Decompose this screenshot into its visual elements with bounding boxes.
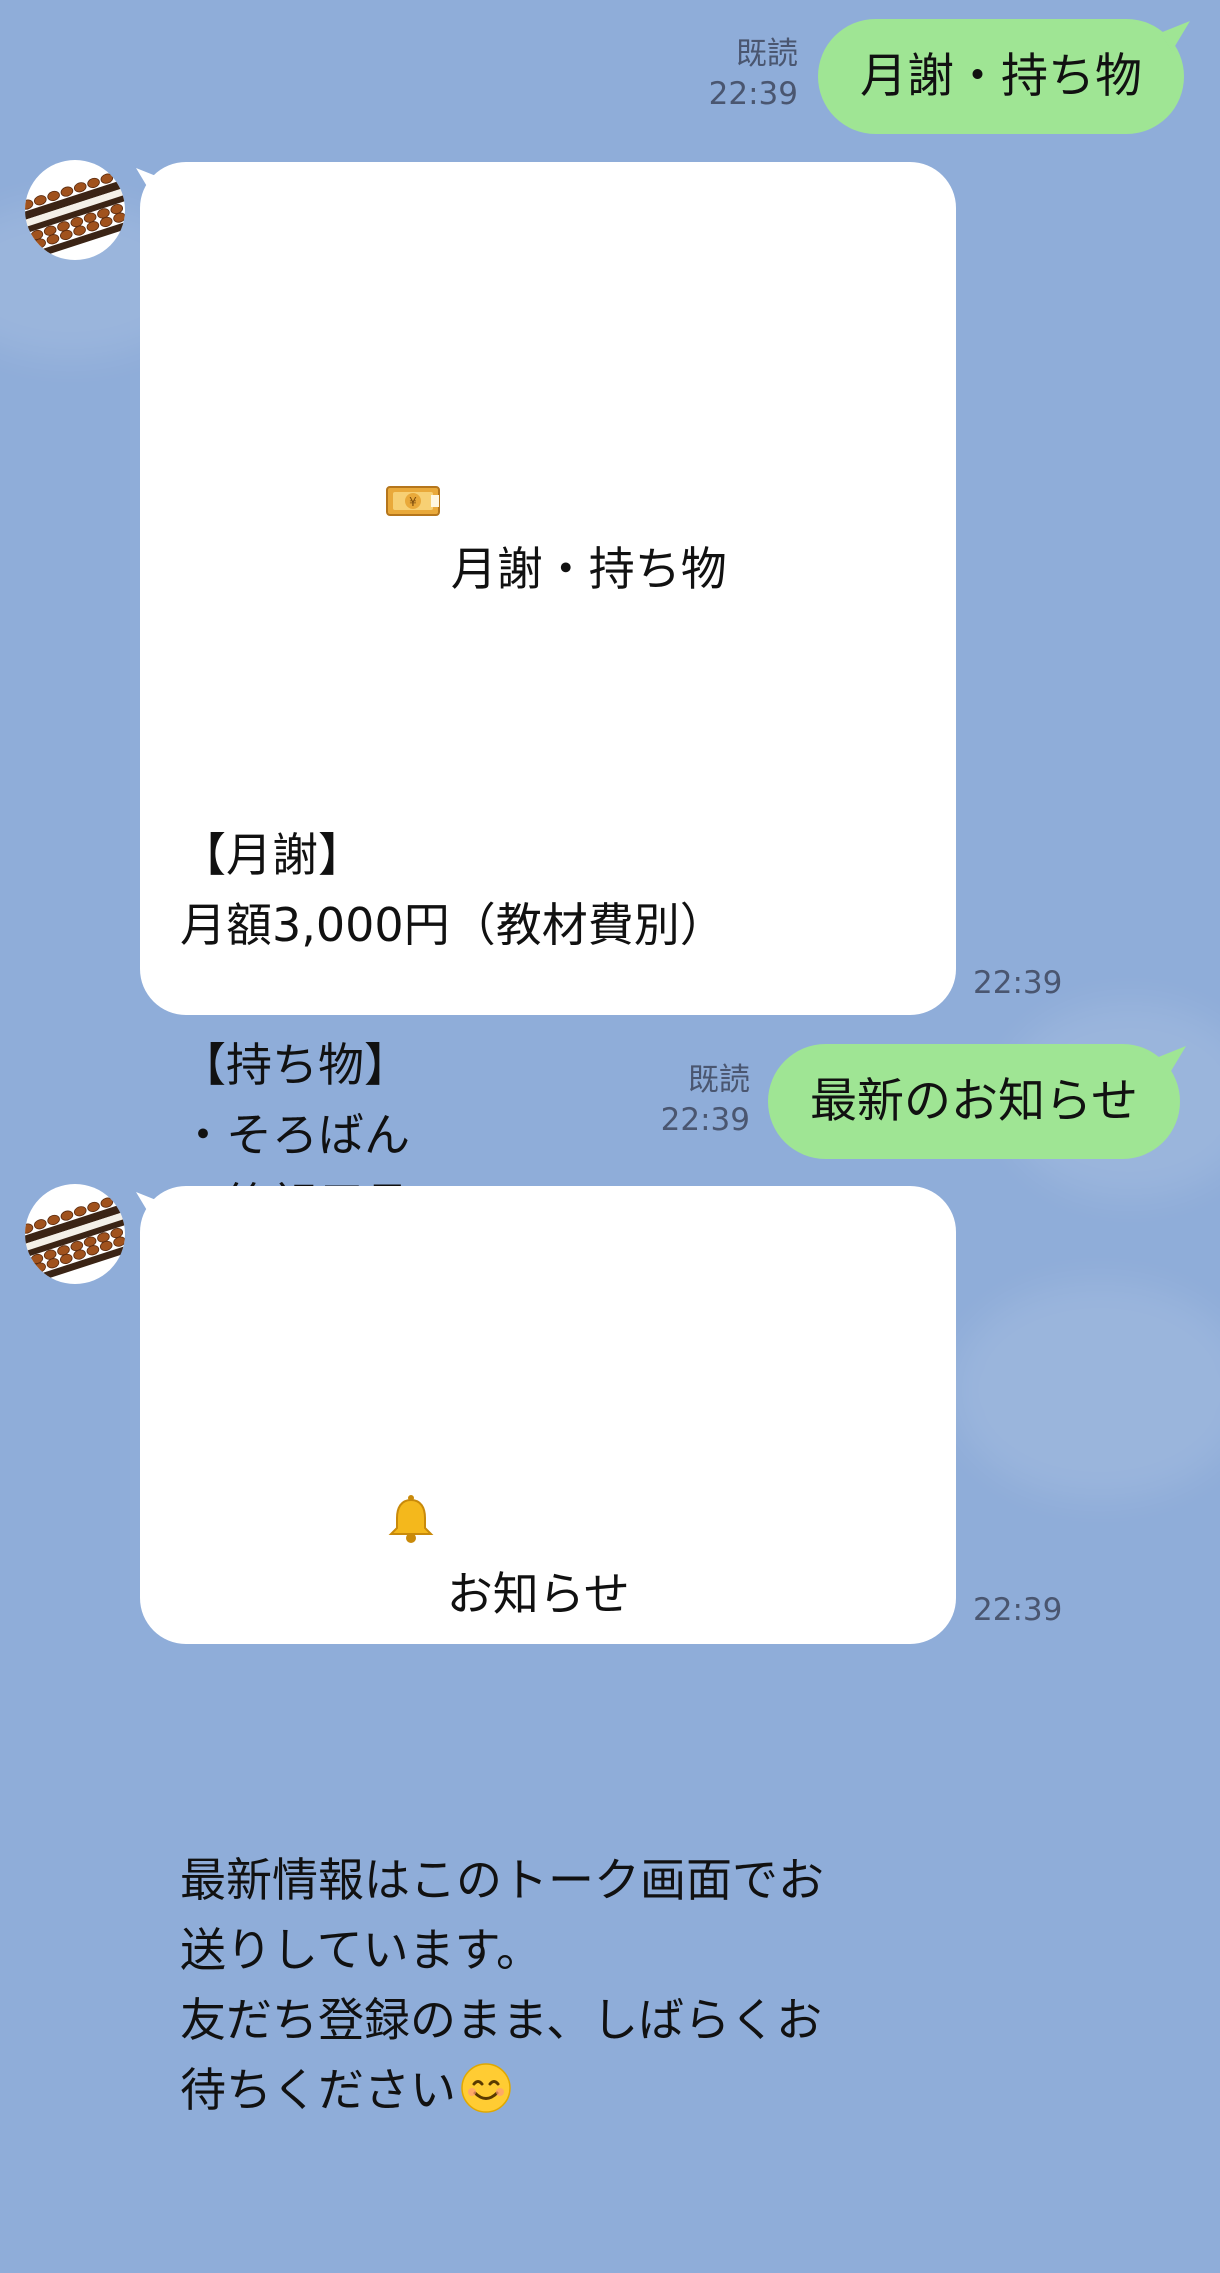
message-text: 月謝・持ち物 (860, 49, 1142, 104)
svg-text:¥: ¥ (409, 495, 417, 509)
read-receipt: 既読 (736, 36, 798, 72)
message-time: 22:39 (660, 1102, 750, 1138)
avatar[interactable] (25, 1184, 125, 1284)
message-meta: 既読 22:39 (661, 1060, 750, 1140)
abacus-icon (25, 1197, 125, 1284)
message-title: お知らせ (446, 1567, 630, 1621)
message-header: お知らせ (180, 1354, 916, 1705)
message-header: ¥ 月謝・持ち物 (180, 330, 916, 680)
chat-view: 既読 22:39 月謝・持ち物 ¥ 月謝・持ち物 【月謝】 月額3,000円（教… (0, 0, 1220, 2117)
avatar[interactable] (25, 160, 125, 260)
message-time: 22:39 (973, 1592, 1063, 1628)
smiling-face-icon (460, 2062, 512, 2133)
incoming-message-bubble[interactable]: ¥ 月謝・持ち物 【月謝】 月額3,000円（教材費別） 【持ち物】 ・そろばん… (140, 162, 956, 1512)
incoming-message-bubble[interactable]: お知らせ 最新情報はこのトーク画面でお 送りしています。 友だち登録のまま、しば… (140, 1186, 956, 2117)
background-cloud (950, 1280, 1220, 1500)
bell-icon (268, 1424, 437, 1635)
message-meta: 既読 22:39 (709, 34, 798, 114)
message-text: 最新のお知らせ (810, 1074, 1139, 1129)
message-time: 22:39 (708, 76, 798, 112)
outgoing-message-bubble[interactable]: 月謝・持ち物 (818, 19, 1184, 134)
message-time: 22:39 (973, 965, 1063, 1001)
abacus-icon (25, 173, 125, 260)
message-title: 月謝・持ち物 (450, 542, 727, 596)
read-receipt: 既読 (688, 1062, 750, 1098)
money-icon: ¥ (268, 400, 441, 610)
message-text: 最新情報はこのトーク画面でお 送りしています。 友だち登録のまま、しばらくお 待… (180, 1845, 916, 2133)
outgoing-message-bubble[interactable]: 最新のお知らせ (768, 1044, 1181, 1159)
